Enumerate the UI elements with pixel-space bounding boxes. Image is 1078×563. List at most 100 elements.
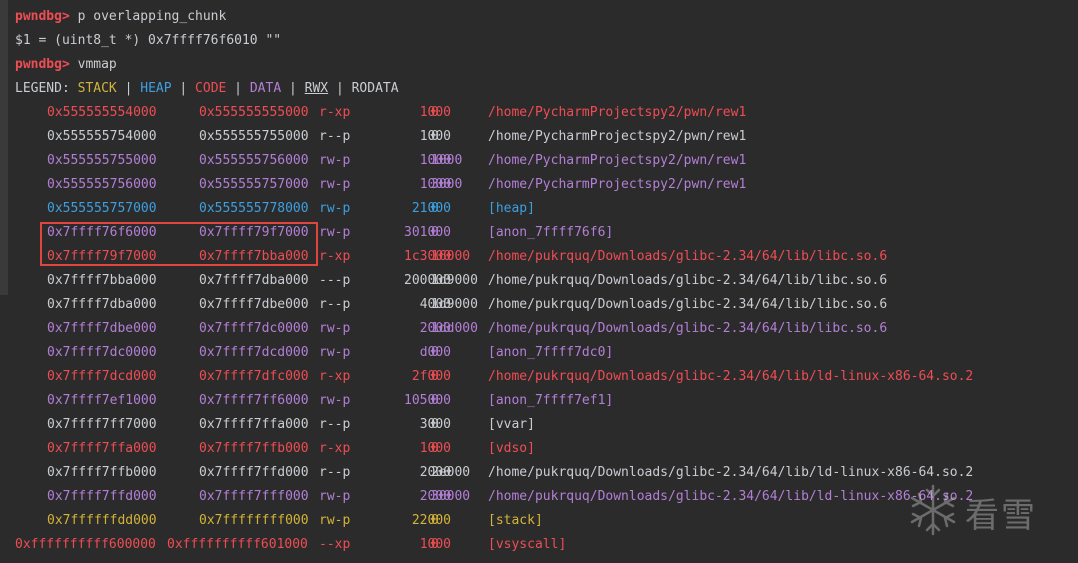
- vmmap-objfile: /home/PycharmProjectspy2/pwn/rew1: [488, 105, 747, 120]
- vmmap-offset: 0: [431, 369, 439, 384]
- vmmap-end-address: 0x7ffff7ffd000: [199, 465, 309, 480]
- vmmap-end-address: 0x7ffff7ffa000: [199, 417, 309, 432]
- vmmap-row: 0x555555554000 0x555555555000 r-xp 1000 0/ho…: [15, 101, 1078, 125]
- vmmap-start-address: 0x7ffff7dc0000: [47, 345, 157, 360]
- vmmap-row: 0x7ffff7dc0000 0x7ffff7dcd000 rw-p d000 0 [an…: [15, 341, 1078, 365]
- vmmap-permissions: rw-p: [319, 201, 351, 216]
- vmmap-end-address: 0xffffffffff601000: [167, 537, 308, 552]
- vmmap-end-address: 0x7ffff7dc0000: [199, 321, 309, 336]
- vmmap-end-address: 0x7ffff7dcd000: [199, 345, 309, 360]
- vmmap-offset: 0: [431, 129, 439, 144]
- vmmap-objfile: [vdso]: [488, 441, 535, 456]
- watermark: 看雪: [905, 482, 1055, 538]
- vmmap-start-address: 0x7ffff7ef1000: [47, 393, 157, 408]
- vmmap-offset: 3000: [431, 177, 463, 192]
- vmmap-start-address: 0x7ffff7ffa000: [47, 441, 157, 456]
- vmmap-permissions: r--p: [319, 417, 351, 432]
- vmmap-offset: 0: [431, 513, 439, 528]
- command-line: pwndbg> vmmap: [15, 53, 1078, 77]
- legend-separator: |: [116, 81, 141, 96]
- vmmap-permissions: r-xp: [319, 441, 351, 456]
- vmmap-offset: 0: [431, 105, 439, 120]
- vmmap-end-address: 0x7ffff7fff000: [199, 489, 309, 504]
- vmmap-permissions: r-xp: [319, 249, 351, 264]
- vmmap-objfile: /home/pukrquq/Downloads/glibc-2.34/64/li…: [488, 321, 888, 336]
- vmmap-objfile: /home/PycharmProjectspy2/pwn/rew1: [488, 177, 747, 192]
- command-line: pwndbg> p overlapping_chunk: [15, 5, 1078, 29]
- vmmap-offset: 0: [431, 441, 439, 456]
- vmmap-row: 0x7ffff7ef1000 0x7ffff7ff6000 rw-p 105000 0[…: [15, 389, 1078, 413]
- vmmap-start-address: 0x555555757000: [47, 201, 157, 216]
- vmmap-start-address: 0x555555755000: [47, 153, 157, 168]
- vmmap-start-address: 0x7ffff7dcd000: [47, 369, 157, 384]
- legend-separator: |: [328, 81, 352, 96]
- legend-data: DATA: [249, 81, 282, 96]
- vmmap-permissions: rw-p: [319, 225, 351, 240]
- vmmap-offset: 0: [431, 345, 439, 360]
- vmmap-offset: 2e000: [431, 465, 471, 480]
- legend-separator: |: [281, 81, 305, 96]
- terminal-output: pwndbg> p overlapping_chunk $1 = (uint8_…: [15, 5, 1078, 557]
- vmmap-objfile: [anon_7ffff7ef1]: [488, 393, 614, 408]
- vmmap-start-address: 0x7ffff7ff7000: [47, 417, 157, 432]
- vmmap-end-address: 0x555555555000: [199, 105, 309, 120]
- vmmap-offset: 0: [431, 201, 439, 216]
- vmmap-objfile: [anon_7ffff7dc0]: [488, 345, 614, 360]
- vmmap-end-address: 0x555555778000: [199, 201, 309, 216]
- highlight-box: [40, 222, 318, 266]
- vmmap-objfile: /home/pukrquq/Downloads/glibc-2.34/64/li…: [488, 465, 974, 480]
- vmmap-row: 0x555555756000 0x555555757000 rw-p 1000 3000…: [15, 173, 1078, 197]
- vmmap-legend: LEGEND: STACK | HEAP | CODE | DATA | RWX…: [15, 77, 1078, 101]
- gdb-prompt: pwndbg>: [15, 57, 70, 72]
- vmmap-start-address: 0x7ffff7ffb000: [47, 465, 157, 480]
- vmmap-permissions: rw-p: [319, 489, 351, 504]
- command-text: vmmap: [69, 57, 117, 72]
- legend-separator: |: [226, 81, 250, 96]
- legend-label: LEGEND:: [15, 81, 78, 96]
- vmmap-row: 0x7ffff7dcd000 0x7ffff7dfc000 r-xp 2f000 0/h…: [15, 365, 1078, 389]
- vmmap-row: 0x7ffff7bba000 0x7ffff7dba000 ---p 200000 1d…: [15, 269, 1078, 293]
- legend-heap: HEAP: [140, 81, 172, 96]
- vmmap-row: 0x555555755000 0x555555756000 rw-p 1000 1000…: [15, 149, 1078, 173]
- terminal-scrollbar[interactable]: [0, 0, 8, 295]
- vmmap-end-address: 0x7ffff7dfc000: [199, 369, 309, 384]
- vmmap-objfile: [heap]: [488, 201, 535, 216]
- vmmap-end-address: 0x555555755000: [199, 129, 309, 144]
- vmmap-offset: 1d9000: [431, 297, 478, 312]
- vmmap-objfile: /home/pukrquq/Downloads/glibc-2.34/64/li…: [488, 249, 888, 264]
- legend-separator: |: [171, 81, 196, 96]
- vmmap-objfile: /home/pukrquq/Downloads/glibc-2.34/64/li…: [488, 297, 888, 312]
- vmmap-offset: 0: [431, 393, 439, 408]
- vmmap-permissions: rw-p: [319, 321, 351, 336]
- vmmap-end-address: 0x7ffff7dba000: [199, 273, 309, 288]
- vmmap-objfile: /home/pukrquq/Downloads/glibc-2.34/64/li…: [488, 369, 974, 384]
- legend-stack: STACK: [77, 81, 117, 96]
- vmmap-permissions: r-xp: [319, 105, 351, 120]
- vmmap-objfile: [anon_7ffff76f6]: [488, 225, 614, 240]
- vmmap-offset: 16000: [431, 249, 471, 264]
- vmmap-offset: 1dd000: [431, 321, 478, 336]
- vmmap-objfile: /home/pukrquq/Downloads/glibc-2.34/64/li…: [488, 273, 888, 288]
- vmmap-objfile: /home/pukrquq/Downloads/glibc-2.34/64/li…: [488, 489, 974, 504]
- vmmap-row: 0x555555757000 0x555555778000 rw-p 21000 0 [h…: [15, 197, 1078, 221]
- vmmap-permissions: r--p: [319, 129, 351, 144]
- gdb-prompt: pwndbg>: [15, 9, 70, 24]
- vmmap-objfile: /home/PycharmProjectspy2/pwn/rew1: [488, 153, 747, 168]
- vmmap-permissions: rw-p: [319, 177, 351, 192]
- vmmap-offset: 0: [431, 417, 439, 432]
- vmmap-start-address: 0x555555554000: [47, 105, 157, 120]
- vmmap-row: 0x555555754000 0x555555755000 r--p 1000 0/ho…: [15, 125, 1078, 149]
- legend-rwx: RWX: [304, 81, 329, 96]
- vmmap-start-address: 0x555555756000: [47, 177, 157, 192]
- vmmap-offset: 0: [431, 225, 439, 240]
- vmmap-objfile: [vsyscall]: [488, 537, 567, 552]
- legend-rodata: RODATA: [351, 81, 399, 96]
- vmmap-permissions: r--p: [319, 297, 351, 312]
- vmmap-row: 0x7ffff7ff7000 0x7ffff7ffa000 r--p 3000 0 [vv…: [15, 413, 1078, 437]
- vmmap-offset: 30000: [431, 489, 471, 504]
- vmmap-start-address: 0x7ffff7bba000: [47, 273, 157, 288]
- vmmap-offset: 1d9000: [431, 273, 478, 288]
- vmmap-offset: 0: [431, 537, 439, 552]
- vmmap-start-address: 0xffffffffff600000: [15, 537, 156, 552]
- vmmap-end-address: 0x555555757000: [199, 177, 309, 192]
